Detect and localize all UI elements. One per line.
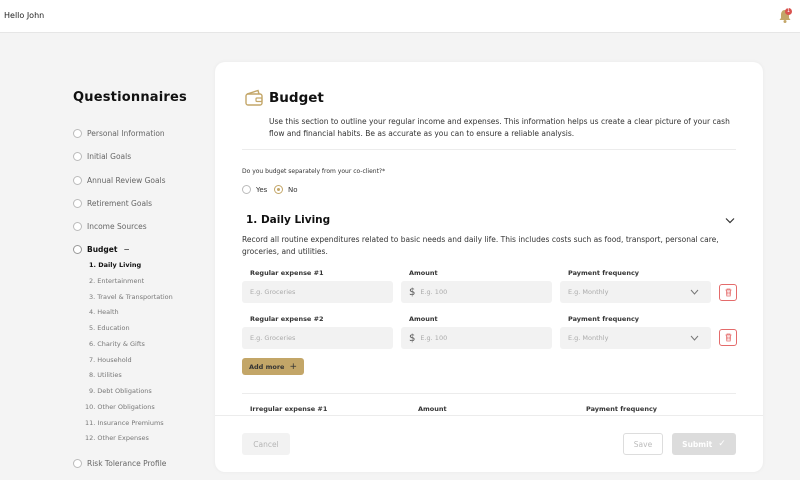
status-radio (73, 244, 82, 254)
sidebar-subitem[interactable]: 9. Debt Obligations (89, 387, 152, 395)
save-button[interactable]: Save (623, 433, 663, 455)
frequency-label: Payment frequency (568, 269, 640, 277)
plus-icon: + (289, 361, 297, 372)
sidebar-item[interactable]: Budget − (73, 243, 130, 255)
status-radio (73, 128, 82, 138)
divider (242, 393, 736, 394)
sidebar-item-label: Budget (87, 244, 118, 254)
irregular-amount-label: Amount (418, 405, 447, 413)
page-description: Use this section to outline your regular… (269, 117, 730, 138)
sidebar-subitem[interactable]: 6. Charity & Gifts (89, 340, 145, 348)
chevron-down-icon (690, 289, 699, 295)
sidebar-subitem[interactable]: 1. Daily Living (89, 261, 141, 269)
expense-label: Regular expense #1 (250, 269, 324, 277)
dollar-icon: $ (409, 286, 416, 298)
status-radio (73, 221, 82, 231)
section-title: 1. Daily Living (246, 214, 331, 226)
expense-label: Regular expense #2 (250, 315, 324, 323)
amount-label: Amount (409, 269, 438, 277)
amount-input[interactable]: $ E.g. 100 (401, 281, 552, 303)
option-no[interactable]: No (274, 185, 298, 194)
sidebar-subitem[interactable]: 12. Other Expenses (85, 434, 149, 442)
chevron-down-icon[interactable] (725, 217, 735, 224)
budget-card: Budget Use this section to outline your … (215, 62, 763, 472)
sidebar-item[interactable]: Income Sources (73, 220, 147, 232)
sidebar-subitem[interactable]: 2. Entertainment (89, 277, 144, 285)
sidebar-item[interactable]: Risk Tolerance Profile (73, 457, 166, 469)
sidebar-subitem[interactable]: 10. Other Obligations (85, 403, 155, 411)
trash-icon (725, 288, 731, 297)
sidebar-item-label: Personal Information (87, 128, 165, 138)
sidebar-subitem[interactable]: 7. Household (89, 356, 132, 364)
submit-button[interactable]: Submit ✓ (672, 433, 736, 455)
status-radio (73, 175, 82, 185)
section-description: Record all routine expenditures related … (242, 235, 719, 256)
irregular-frequency-label: Payment frequency (586, 405, 658, 413)
questionnaire-sidebar: Questionnaires (73, 90, 208, 105)
expense-input[interactable]: E.g. Groceries (242, 327, 393, 349)
status-radio (73, 198, 82, 208)
divider (242, 149, 736, 150)
co-client-question: Do you budget separately from your co-cl… (242, 168, 386, 175)
frequency-label: Payment frequency (568, 315, 640, 323)
add-more-button[interactable]: Add more + (242, 358, 304, 375)
radio-yes[interactable] (242, 185, 251, 194)
frequency-select[interactable]: E.g. Monthly (560, 327, 711, 349)
irregular-expense-label: Irregular expense #1 (250, 405, 328, 413)
sidebar-subitem[interactable]: 5. Education (89, 324, 130, 332)
amount-input[interactable]: $ E.g. 100 (401, 327, 552, 349)
option-yes[interactable]: Yes (242, 185, 267, 194)
sidebar-subitem[interactable]: 4. Health (89, 308, 119, 316)
trash-icon (725, 333, 731, 342)
sidebar-item-label: Risk Tolerance Profile (87, 458, 167, 468)
collapse-toggle[interactable]: − (123, 245, 129, 254)
radio-no[interactable] (274, 185, 283, 194)
wallet-icon (245, 89, 263, 106)
sidebar-title: Questionnaires (73, 90, 187, 105)
page-title: Budget (269, 90, 324, 106)
dollar-icon: $ (409, 332, 416, 344)
top-bar: Hello John (0, 0, 800, 33)
frequency-select[interactable]: E.g. Monthly (560, 281, 711, 303)
sidebar-subitem[interactable]: 8. Utilities (89, 371, 122, 379)
check-icon: ✓ (718, 439, 726, 449)
status-radio (73, 458, 82, 468)
sidebar-item[interactable]: Initial Goals (73, 150, 131, 162)
sidebar-subitem[interactable]: 3. Travel & Transportation (89, 293, 173, 301)
delete-row-button[interactable] (719, 329, 737, 346)
sidebar-item[interactable]: Retirement Goals (73, 197, 152, 209)
sidebar-item-label: Annual Review Goals (87, 175, 166, 185)
expense-input[interactable]: E.g. Groceries (242, 281, 393, 303)
sidebar-item-label: Initial Goals (87, 151, 132, 161)
amount-label: Amount (409, 315, 438, 323)
greeting: Hello John (4, 11, 45, 20)
chevron-down-icon (690, 335, 699, 341)
sidebar-item[interactable]: Annual Review Goals (73, 174, 166, 186)
sidebar-item-label: Income Sources (87, 221, 147, 231)
notification-badge: 1 (785, 8, 792, 15)
footer-divider (215, 415, 763, 416)
cancel-button[interactable]: Cancel (242, 433, 290, 455)
status-radio (73, 151, 82, 161)
sidebar-item-label: Retirement Goals (87, 198, 153, 208)
sidebar-subitem[interactable]: 11. Insurance Premiums (85, 419, 164, 427)
sidebar-item[interactable]: Personal Information (73, 127, 165, 139)
delete-row-button[interactable] (719, 284, 737, 301)
